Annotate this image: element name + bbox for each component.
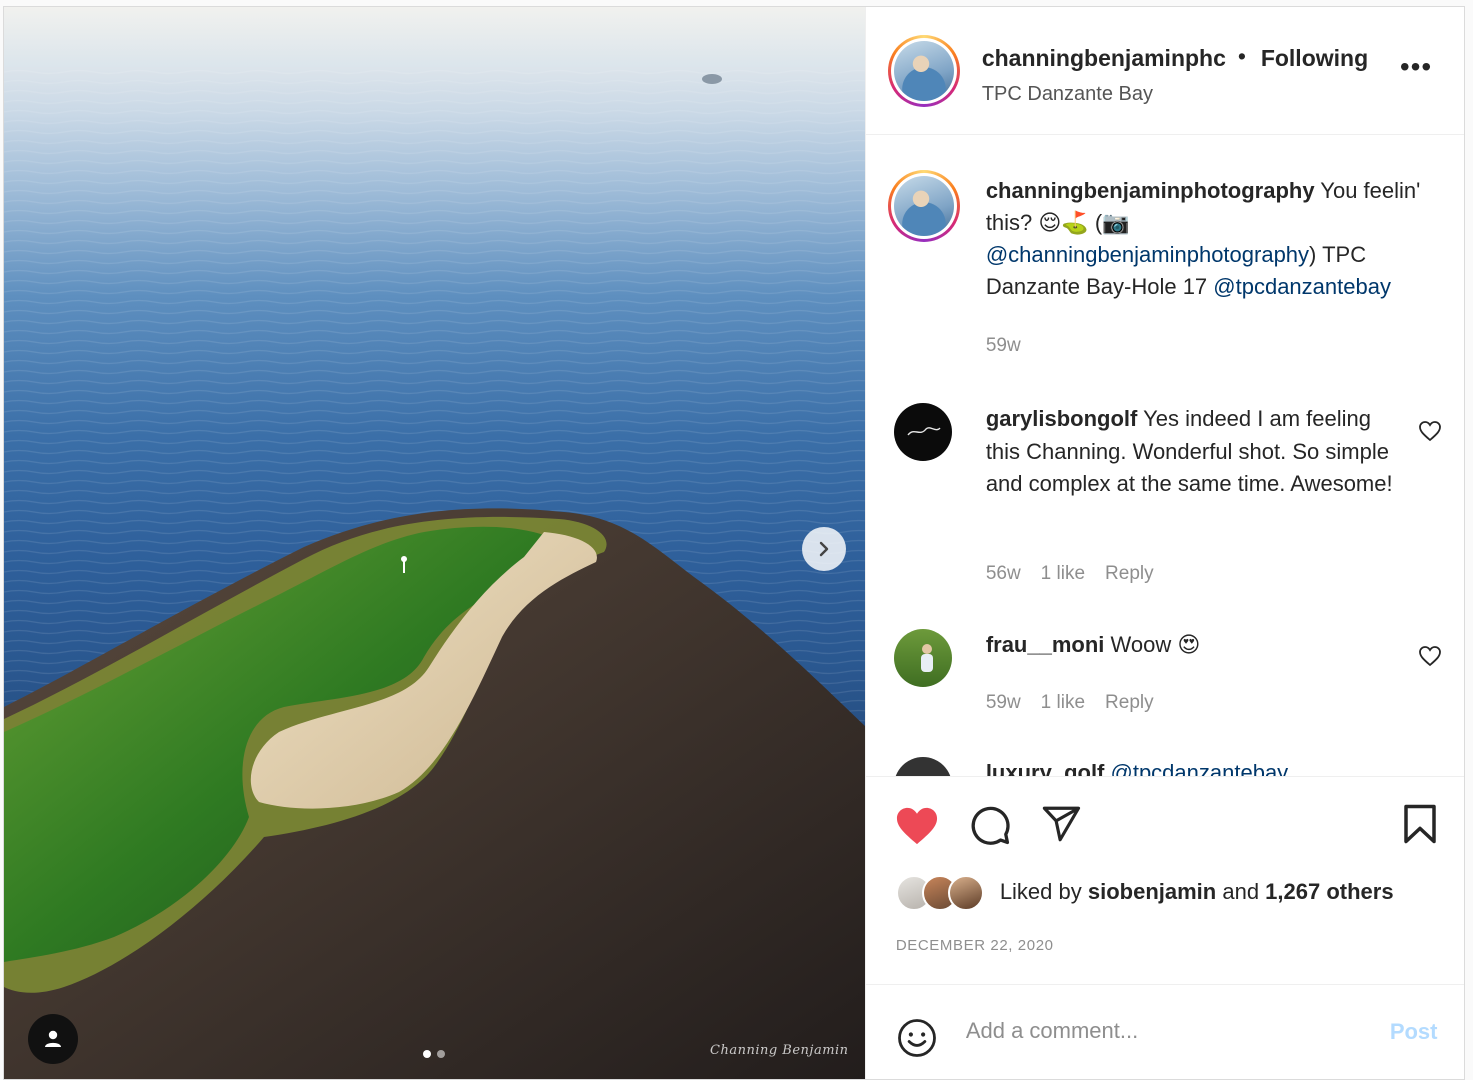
comment-item: garylisbongolf Yes indeed I am feeling t…	[986, 403, 1401, 501]
comment-age[interactable]: 56w	[986, 563, 1021, 584]
golf-course-photo	[4, 7, 865, 1079]
author-username[interactable]: channingbenjaminphc	[982, 45, 1234, 72]
comment-text[interactable]: @tpcdanzantebay	[1104, 760, 1289, 776]
chevron-right-icon	[819, 541, 829, 557]
following-button[interactable]: Following	[1261, 45, 1368, 72]
bookmark-save-icon[interactable]	[1402, 803, 1438, 845]
comments-section[interactable]: channingbenjaminphotography You feelin' …	[865, 135, 1464, 777]
commenter-avatar[interactable]	[893, 757, 952, 776]
comment-meta: 56w 1 like Reply	[986, 563, 1174, 585]
comment-username[interactable]: frau__moni	[986, 632, 1105, 657]
caption-username[interactable]: channingbenjaminphotography	[986, 178, 1315, 203]
post-location[interactable]: TPC Danzante Bay	[982, 83, 1153, 106]
photo-watermark: Channing Benjamin	[710, 1043, 849, 1058]
comment-age[interactable]: 59w	[986, 692, 1021, 713]
caption-mention-photographer[interactable]: @channingbenjaminphotography	[986, 242, 1309, 267]
tagged-users-button[interactable]	[28, 1014, 78, 1064]
likes-prefix: Liked by	[999, 879, 1088, 904]
likes-summary: Liked by siobenjamin and 1,267 others	[1000, 879, 1394, 905]
carousel-dot-active	[423, 1050, 431, 1058]
caption-age[interactable]: 59w	[986, 335, 1021, 356]
post-media[interactable]: Channing Benjamin	[4, 7, 865, 1079]
carousel-dot	[437, 1050, 445, 1058]
comment-input[interactable]	[965, 1011, 1366, 1051]
like-heart-icon[interactable]	[894, 805, 940, 847]
liked-by-username[interactable]: siobenjamin	[1088, 879, 1216, 904]
comment-meta: 59w 1 like Reply	[986, 692, 1174, 714]
comment-text: Woow 😍	[1104, 632, 1201, 657]
comment-like-heart-icon[interactable]	[1418, 420, 1442, 442]
share-send-icon[interactable]	[1040, 803, 1082, 845]
comment-bubble-icon[interactable]	[968, 803, 1012, 847]
emoji-smiley-icon[interactable]	[896, 1017, 938, 1059]
likes-others[interactable]: 1,267 others	[1265, 879, 1393, 904]
comment-username[interactable]: luxury_golf	[986, 760, 1105, 776]
comment-item: frau__moni Woow 😍	[986, 629, 1401, 662]
post-header: channingbenjaminphc • Following TPC Danz…	[865, 7, 1464, 135]
carousel-indicator	[423, 1050, 445, 1058]
add-comment-bar: Post	[866, 985, 1464, 1079]
comment-like-heart-icon[interactable]	[1418, 645, 1442, 667]
comment-username[interactable]: garylisbongolf	[986, 406, 1138, 431]
user-tag-icon	[45, 1030, 61, 1047]
commenter-avatar[interactable]	[893, 403, 952, 461]
comment-likes[interactable]: 1 like	[1041, 563, 1085, 584]
likes-mid: and	[1216, 879, 1266, 904]
comment-item: luxury_golf @tpcdanzantebay	[986, 757, 1401, 776]
post-actions: Liked by siobenjamin and 1,267 others DE…	[865, 777, 1464, 985]
caption-mention-venue[interactable]: @tpcdanzantebay	[1213, 274, 1391, 299]
commenter-avatar[interactable]	[893, 629, 952, 687]
post-sidebar: channingbenjaminphc • Following TPC Danz…	[864, 7, 1464, 1079]
more-options-icon[interactable]: •••	[1400, 51, 1432, 83]
next-slide-button[interactable]	[802, 527, 846, 571]
caption-avatar[interactable]	[887, 170, 960, 242]
caption-meta: 59w	[986, 335, 1041, 357]
post-date[interactable]: DECEMBER 22, 2020	[896, 937, 1054, 954]
reply-button[interactable]: Reply	[1105, 563, 1154, 584]
reply-button[interactable]: Reply	[1105, 692, 1154, 713]
instagram-post: Channing Benjamin channingbenjaminphc • …	[3, 6, 1465, 1080]
follow-separator: •	[1237, 43, 1246, 69]
liker-avatars[interactable]	[895, 875, 996, 913]
author-avatar[interactable]	[887, 35, 960, 107]
comment-likes[interactable]: 1 like	[1041, 692, 1085, 713]
post-comment-button[interactable]: Post	[1390, 1019, 1438, 1045]
post-caption: channingbenjaminphotography You feelin' …	[986, 175, 1446, 303]
